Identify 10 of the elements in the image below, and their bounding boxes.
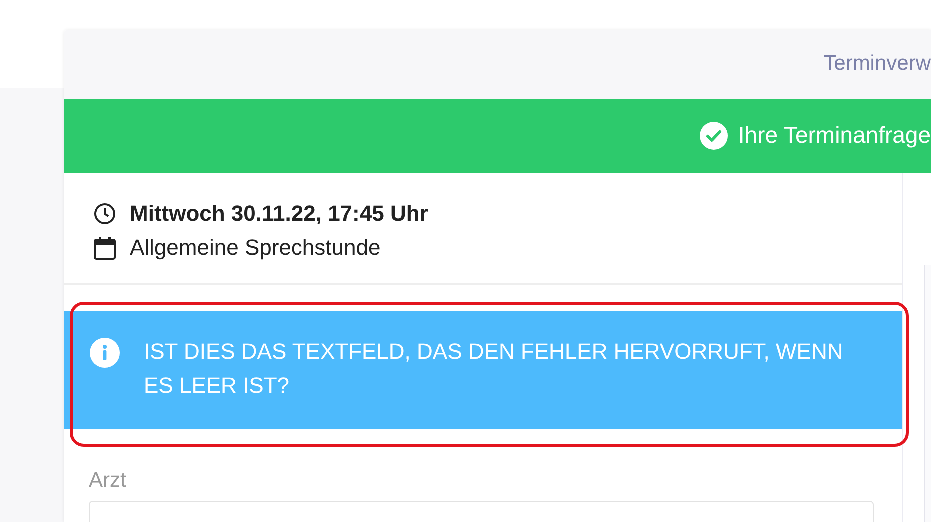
check-circle-icon	[700, 122, 728, 150]
info-message: IST DIES DAS TEXTFELD, DAS DEN FEHLER HERVORRUFT, WENN ES LEER IST?	[144, 338, 844, 400]
banner-message: Ihre Terminanfrage	[738, 122, 931, 150]
info-icon	[90, 338, 120, 368]
appointment-type: Allgemeine Sprechstunde	[130, 235, 381, 261]
appointment-datetime: Mittwoch 30.11.22, 17:45 Uhr	[130, 201, 428, 227]
field-label: Arzt	[89, 469, 126, 492]
calendar-icon	[94, 236, 116, 260]
clock-icon	[94, 203, 116, 225]
header-title: Terminverw	[824, 52, 931, 76]
